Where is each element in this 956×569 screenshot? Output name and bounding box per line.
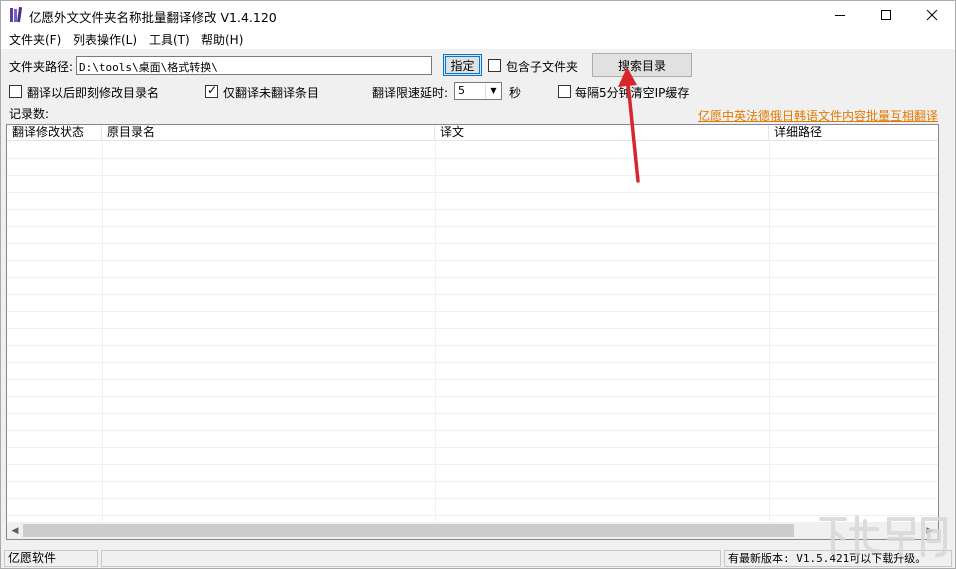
search-directory-button[interactable]: 搜索目录: [592, 53, 692, 77]
rename-after-translate-checkbox[interactable]: [9, 85, 22, 98]
close-icon: [926, 9, 938, 21]
maximize-icon: [881, 10, 891, 20]
menu-help[interactable]: 帮助(H): [201, 31, 243, 48]
results-table[interactable]: 翻译修改状态 原目录名 译文 详细路径 ◀ ▶: [6, 124, 939, 540]
grid-row-line: [7, 345, 938, 346]
horizontal-scrollbar[interactable]: ◀ ▶: [7, 522, 938, 539]
watermark-logo: [819, 515, 947, 557]
status-company: 亿愿软件: [4, 550, 98, 567]
grid-row-line: [7, 396, 938, 397]
grid-row-line: [7, 311, 938, 312]
promo-link[interactable]: 亿愿中英法德俄日韩语文件内容批量互相翻译: [698, 107, 938, 124]
grid-row-line: [7, 243, 938, 244]
include-subfolders-checkbox[interactable]: [488, 59, 501, 72]
rename-after-translate-label: 翻译以后即刻修改目录名: [27, 86, 160, 100]
status-middle: [101, 550, 721, 567]
delay-select[interactable]: 5 ▼: [454, 82, 502, 100]
delay-unit: 秒: [509, 86, 522, 100]
chevron-down-icon[interactable]: ▼: [485, 83, 501, 99]
grid-row-line: [7, 430, 938, 431]
minimize-button[interactable]: [817, 1, 863, 29]
menu-bar: 文件夹(F) 列表操作(L) 工具(T) 帮助(H): [1, 29, 955, 49]
include-subfolders-label: 包含子文件夹: [506, 60, 579, 74]
grid-row-line: [7, 192, 938, 193]
grid-row-line: [7, 498, 938, 499]
clear-ip-cache-checkbox[interactable]: [558, 85, 571, 98]
menu-tools[interactable]: 工具(T): [149, 31, 190, 48]
folder-path-input[interactable]: D:\tools\桌面\格式转换\: [76, 56, 432, 75]
column-header-status[interactable]: 翻译修改状态: [7, 125, 102, 141]
title-bar[interactable]: 亿愿外文文件夹名称批量翻译修改 V1.4.120: [1, 1, 955, 29]
status-bar: 亿愿软件 有最新版本: V1.5.421可以下载升级。: [1, 548, 955, 568]
app-window: 亿愿外文文件夹名称批量翻译修改 V1.4.120 文件夹(F) 列表操作(L) …: [0, 0, 956, 569]
maximize-button[interactable]: [863, 1, 909, 29]
app-books-icon: [10, 7, 23, 23]
grid-row-line: [7, 226, 938, 227]
table-header: 翻译修改状态 原目录名 译文 详细路径: [7, 125, 938, 141]
grid-row-line: [7, 515, 938, 516]
grid-row-line: [7, 481, 938, 482]
delay-label: 翻译限速延时:: [372, 86, 449, 100]
delay-value: 5: [458, 84, 465, 97]
grid-row-line: [7, 362, 938, 363]
grid-row-line: [7, 294, 938, 295]
clear-ip-cache-label: 每隔5分钟清空IP缓存: [575, 86, 690, 100]
grid-row-line: [7, 464, 938, 465]
column-header-path[interactable]: 详细路径: [769, 125, 938, 141]
column-header-original-name[interactable]: 原目录名: [102, 125, 435, 141]
grid-row-line: [7, 158, 938, 159]
minimize-icon: [835, 15, 845, 16]
scrollbar-thumb[interactable]: [23, 524, 794, 537]
grid-row-line: [7, 413, 938, 414]
menu-folder[interactable]: 文件夹(F): [9, 31, 61, 48]
grid-row-line: [7, 175, 938, 176]
only-untranslated-label: 仅翻译未翻译条目: [223, 86, 320, 100]
window-title: 亿愿外文文件夹名称批量翻译修改 V1.4.120: [29, 10, 277, 25]
column-header-translation[interactable]: 译文: [435, 125, 769, 141]
grid-row-line: [7, 447, 938, 448]
grid-row-line: [7, 379, 938, 380]
folder-path-label: 文件夹路径:: [9, 60, 74, 74]
records-count-label: 记录数:: [9, 107, 50, 121]
menu-list-ops[interactable]: 列表操作(L): [73, 31, 137, 48]
grid-row-line: [7, 260, 938, 261]
grid-row-line: [7, 277, 938, 278]
grid-row-line: [7, 209, 938, 210]
grid-row-line: [7, 328, 938, 329]
close-button[interactable]: [909, 1, 955, 29]
only-untranslated-checkbox[interactable]: ✓: [205, 83, 218, 98]
checkmark-icon: ✓: [207, 83, 218, 97]
assign-button[interactable]: 指定: [443, 54, 482, 76]
scroll-left-icon[interactable]: ◀: [7, 522, 23, 539]
